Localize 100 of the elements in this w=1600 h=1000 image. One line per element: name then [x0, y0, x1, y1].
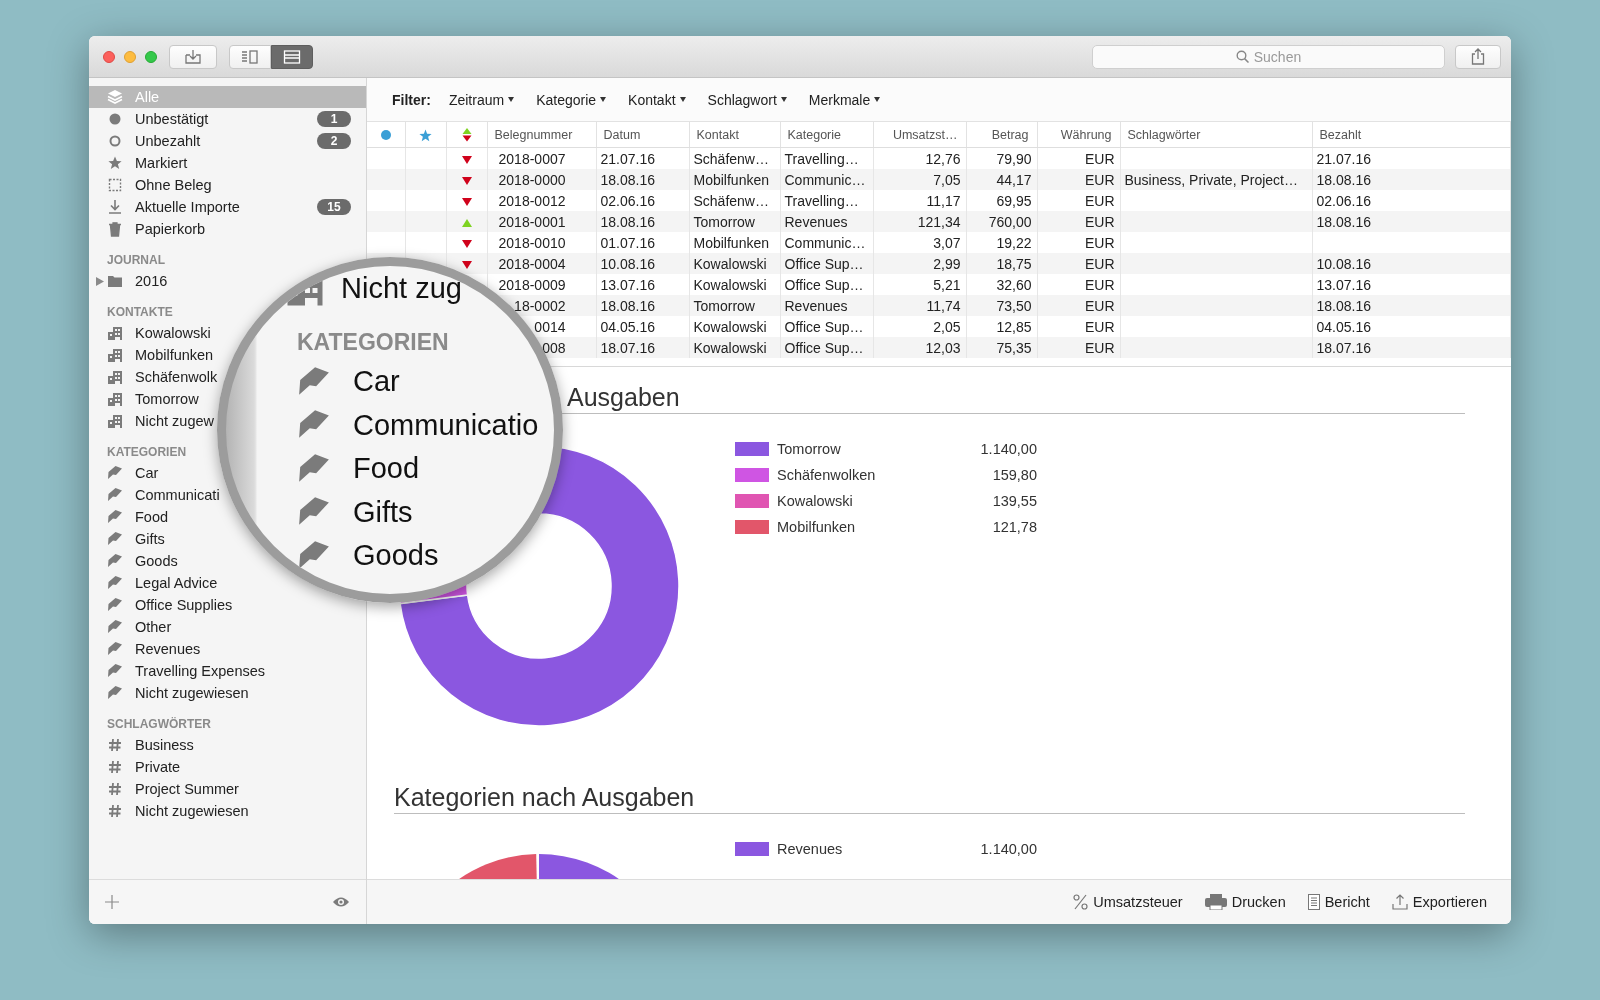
sidebar-item[interactable]: Car	[89, 462, 159, 484]
filter-dropdown[interactable]: Kontakt	[628, 91, 686, 108]
column-header[interactable]: Währung	[1037, 122, 1120, 148]
building-icon	[107, 325, 123, 341]
sidebar-item[interactable]: Food	[89, 506, 169, 528]
sidebar-item[interactable]: Papierkorb	[89, 218, 206, 240]
tag-icon	[107, 465, 123, 481]
filter-dropdown[interactable]: Zeitraum	[448, 91, 515, 108]
ring-icon	[107, 133, 123, 149]
sidebar-item[interactable]: Kowalowski	[89, 322, 211, 344]
section-header: KATEGORIEN	[106, 444, 188, 461]
section-header: JOURNAL	[106, 252, 166, 269]
sidebar-item[interactable]: Goods	[89, 550, 178, 572]
eye-icon[interactable]	[332, 896, 350, 908]
toolbar-button[interactable]: Drucken	[1204, 894, 1286, 910]
filter-label: Filter:	[392, 91, 431, 108]
sidebar-item[interactable]: Unbestätigt 1	[89, 108, 366, 130]
caret-icon	[508, 97, 515, 102]
table-cell: 2018-0001	[487, 211, 596, 232]
add-icon	[105, 895, 119, 909]
column-header[interactable]: Kontakt	[689, 122, 780, 148]
sidebar-item[interactable]: Aktuelle Importe 15	[89, 196, 366, 218]
minimize-button[interactable]	[124, 50, 136, 63]
table-cell: 18,75	[966, 253, 1037, 274]
filter-dropdown[interactable]: Merkmale	[808, 91, 881, 108]
sidebar-item[interactable]: Business	[89, 734, 194, 756]
column-header[interactable]: Kategorie	[780, 122, 873, 148]
sidebar-item[interactable]: Nicht zugewiesen	[89, 682, 249, 704]
sidebar-item[interactable]: Tomorrow	[89, 388, 199, 410]
tag-icon	[107, 553, 123, 569]
filter-dropdown[interactable]: Schlagwort	[707, 91, 787, 108]
table-cell: 11,74	[873, 295, 966, 316]
building-icon	[107, 413, 123, 429]
sidebar-item[interactable]: Other	[89, 616, 172, 638]
toolbar-button[interactable]: Exportieren	[1391, 894, 1487, 910]
sidebar-item[interactable]: Project Summer	[89, 778, 239, 800]
toolbar-button[interactable]: Bericht	[1307, 894, 1370, 910]
table-cell: 10.08.16	[596, 253, 689, 274]
sidebar-item[interactable]: Private	[89, 756, 181, 778]
filter-dropdown[interactable]: Kategorie	[536, 91, 607, 108]
sidebar-item[interactable]: Nicht zugewiesen	[89, 800, 249, 822]
section-header: KATEGORIEN	[297, 328, 449, 357]
download-icon	[107, 199, 123, 215]
table-cell: 760,00	[966, 211, 1037, 232]
table-cell: EUR	[1037, 169, 1120, 190]
sidebar-item[interactable]: 2016	[89, 270, 168, 292]
sidebar-item[interactable]: Revenues	[89, 638, 201, 660]
list-layout-icon	[283, 48, 301, 65]
share-button[interactable]	[1455, 44, 1501, 69]
sidebar-item[interactable]: Gifts	[89, 528, 165, 550]
disclosure-icon[interactable]	[96, 277, 104, 286]
tag-icon	[107, 597, 123, 613]
column-header[interactable]: Bezahlt	[1312, 122, 1511, 148]
sidebar-item[interactable]: Mobilfunken	[89, 344, 214, 366]
status-dot-icon	[380, 130, 391, 141]
sidebar-item[interactable]: Nicht zugew	[89, 410, 214, 432]
table-cell: 2,99	[873, 253, 966, 274]
sidebar-item[interactable]: Markiert	[89, 152, 188, 174]
column-header[interactable]: Datum	[596, 122, 689, 148]
sidebar-item[interactable]: Schäfenwolk	[89, 366, 218, 388]
table-cell: 18.08.16	[596, 295, 689, 316]
table-cell: 18.08.16	[1312, 169, 1511, 190]
sidebar-item: Gifts	[353, 495, 413, 529]
tag-icon	[107, 487, 123, 503]
table-cell: 18.08.16	[596, 169, 689, 190]
percent-icon	[1073, 894, 1089, 910]
column-header[interactable]: Betrag	[966, 122, 1037, 148]
column-header[interactable]: Umsatzst…	[873, 122, 966, 148]
table-cell: EUR	[1037, 253, 1120, 274]
building-icon	[107, 347, 123, 363]
legend-label: Mobilfunken	[777, 519, 856, 535]
import-button[interactable]	[169, 44, 217, 69]
search-icon	[1235, 50, 1249, 63]
sidebar-item[interactable]: Communicati	[89, 484, 220, 506]
table-cell: 18.07.16	[1312, 337, 1511, 358]
dotted-square-icon	[107, 177, 123, 193]
zoom-button[interactable]	[145, 50, 157, 63]
table-cell: 121,34	[873, 211, 966, 232]
view-mode-button[interactable]	[271, 44, 313, 69]
caret-icon	[874, 97, 881, 102]
building-icon	[107, 391, 123, 407]
tag-icon	[107, 685, 123, 701]
sidebar-item: Goods	[353, 539, 439, 573]
table-cell: 7,05	[873, 169, 966, 190]
sidebar-item[interactable]: Legal Advice	[89, 572, 218, 594]
legend-label: Tomorrow	[777, 441, 841, 457]
column-header[interactable]: Belegnummer	[487, 122, 596, 148]
legend-value: 121,78	[992, 519, 1037, 535]
tag-icon	[107, 619, 123, 635]
sidebar-item[interactable]: Office Supplies	[89, 594, 233, 616]
column-header[interactable]: Schlagwörter	[1120, 122, 1312, 148]
sidebar-item[interactable]: Ohne Beleg	[89, 174, 212, 196]
table-cell: Tomorrow	[689, 211, 780, 232]
caret-icon	[679, 97, 686, 102]
close-button[interactable]	[103, 50, 115, 63]
sidebar-item[interactable]: Unbezahlt 2	[89, 130, 366, 152]
sidebar-item: Communicatio	[353, 408, 539, 442]
sidebar-item[interactable]: Travelling Expenses	[89, 660, 266, 682]
toolbar-button[interactable]: Umsatzsteuer	[1073, 894, 1183, 910]
table-cell: 44,17	[966, 169, 1037, 190]
